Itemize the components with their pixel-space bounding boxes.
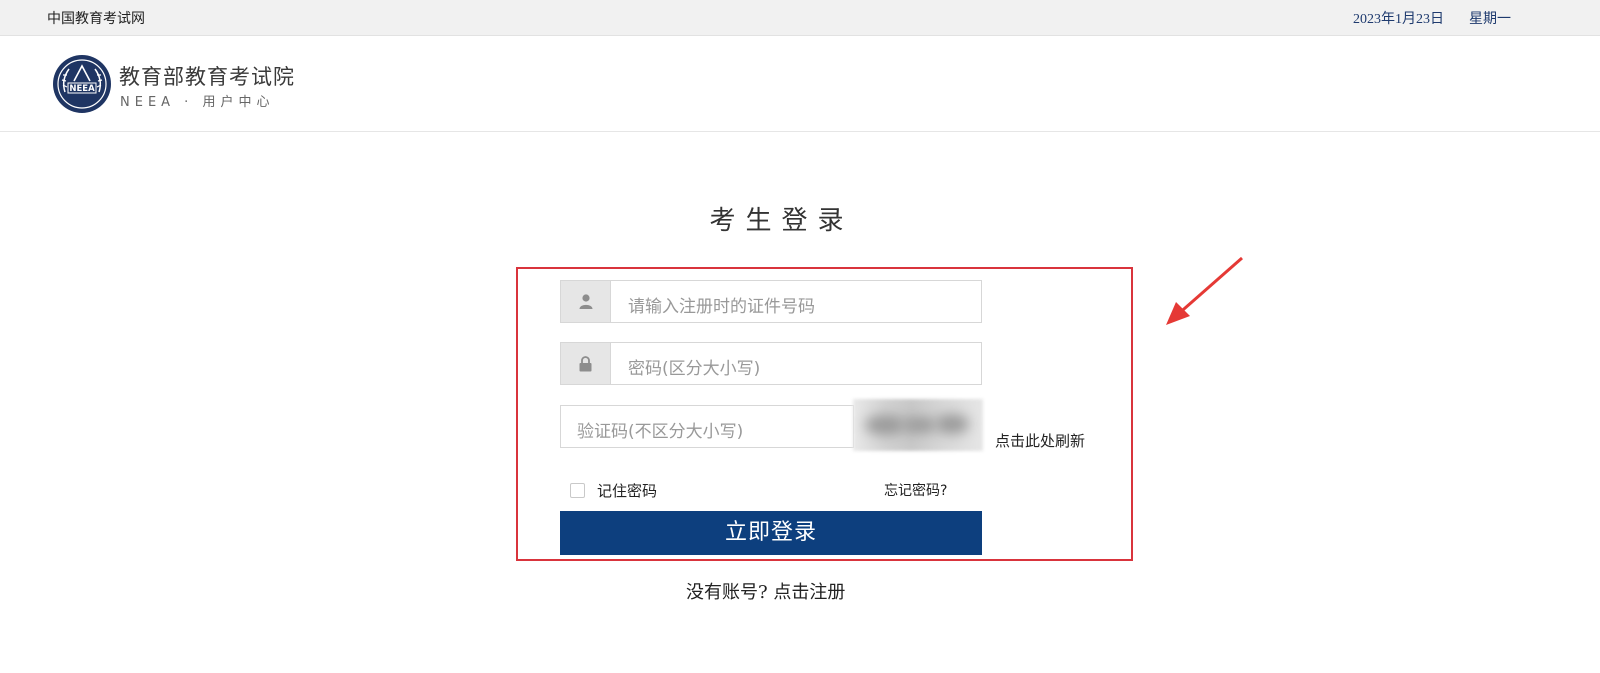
logo-title: 教育部教育考试院 — [119, 65, 295, 89]
lock-icon — [561, 343, 611, 384]
emblem-text: NEEA — [69, 84, 95, 94]
forgot-password-link[interactable]: 忘记密码? — [884, 480, 947, 500]
user-icon — [561, 281, 611, 322]
register-line: 没有账号? 点击注册 — [686, 578, 845, 604]
id-number-input[interactable]: 请输入注册时的证件号码 — [628, 292, 815, 317]
register-link[interactable]: 点击注册 — [773, 582, 845, 603]
password-field[interactable]: 密码(区分大小写) — [560, 342, 982, 385]
captcha-field[interactable]: 验证码(不区分大小写) — [560, 405, 854, 448]
current-weekday: 星期一 — [1469, 12, 1511, 27]
password-input[interactable]: 密码(区分大小写) — [628, 354, 760, 379]
site-name-link[interactable]: 中国教育考试网 — [47, 8, 145, 28]
no-account-text: 没有账号? — [686, 582, 768, 603]
site-header: NEEA 教育部教育考试院 NEEA · 用户中心 — [0, 36, 1600, 132]
id-number-field[interactable]: 请输入注册时的证件号码 — [560, 280, 982, 323]
captcha-input[interactable]: 验证码(不区分大小写) — [577, 417, 743, 442]
refresh-captcha-link[interactable]: 点击此处刷新 — [995, 430, 1085, 451]
neea-emblem-icon[interactable]: NEEA — [52, 54, 112, 114]
remember-password-label: 记住密码 — [597, 482, 658, 500]
current-date: 2023年1月23日 — [1353, 12, 1444, 27]
remember-password-checkbox[interactable] — [570, 483, 585, 498]
remember-password[interactable]: 记住密码 — [570, 480, 657, 501]
logo-subtitle: NEEA · 用户中心 — [120, 95, 275, 110]
annotation-arrow-icon — [1166, 256, 1243, 325]
captcha-image[interactable] — [853, 399, 983, 451]
top-bar: 中国教育考试网 2023年1月23日 星期一 — [0, 0, 1600, 36]
page-title: 考生登录 — [709, 206, 854, 236]
login-button[interactable]: 立即登录 — [560, 511, 982, 555]
